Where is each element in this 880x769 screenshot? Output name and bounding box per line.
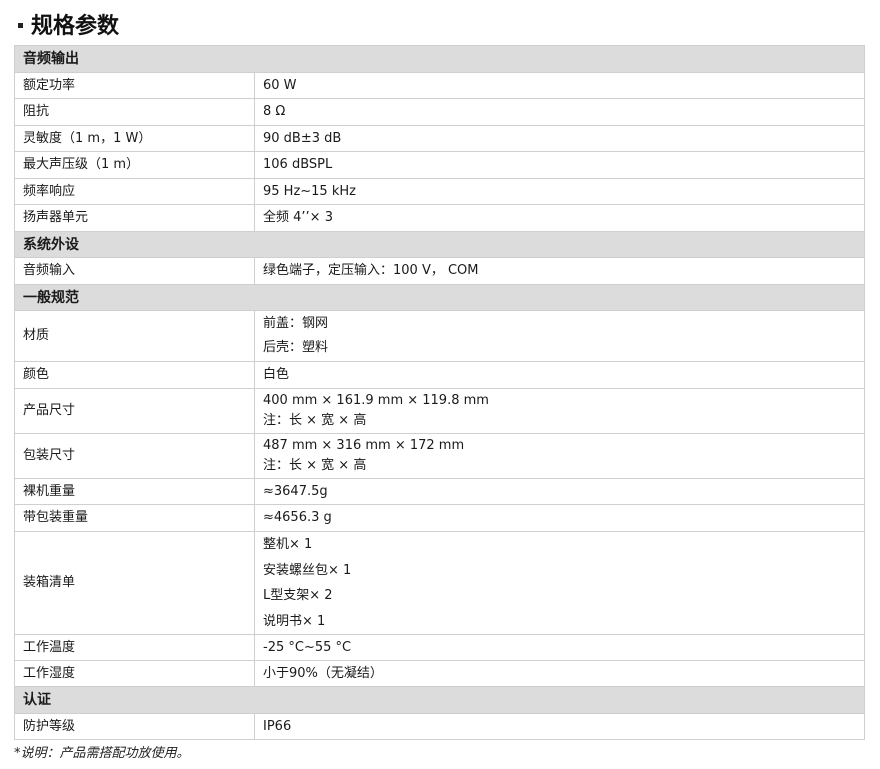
product-size-note: 注：长 × 宽 × 高	[263, 413, 367, 428]
row-label-gross-weight: 带包装重量	[14, 504, 255, 532]
footnote: *说明：产品需搭配功放使用。	[14, 746, 190, 761]
section-row: 认证	[14, 686, 865, 714]
row-value-color: 白色	[254, 361, 865, 389]
section-row: 一般规范	[14, 284, 865, 311]
packing-item: 安装螺丝包× 1	[263, 562, 352, 578]
table-row: 防护等级 IP66	[14, 713, 865, 740]
row-value-max-spl: 106 dBSPL	[254, 151, 865, 179]
row-label-protection: 防护等级	[14, 713, 255, 740]
table-row: 阻抗 8 Ω	[14, 98, 865, 126]
row-value-gross-weight: ≈4656.3 g	[254, 504, 865, 532]
package-size-note: 注：长 × 宽 × 高	[263, 458, 367, 473]
title-bullet	[18, 22, 23, 28]
row-value-sensitivity: 90 dB±3 dB	[254, 125, 865, 152]
row-label-freq-response: 频率响应	[14, 178, 255, 205]
row-value-impedance: 8 Ω	[254, 98, 865, 126]
row-value-op-temp: -25 °C~55 °C	[254, 634, 865, 661]
table-row: 最大声压级（1 m） 106 dBSPL	[14, 151, 865, 179]
row-value-speaker-unit: 全频 4’’× 3	[254, 204, 865, 232]
row-label-material: 材质	[14, 310, 255, 362]
table-row: 频率响应 95 Hz~15 kHz	[14, 178, 865, 205]
table-row: 带包装重量 ≈4656.3 g	[14, 504, 865, 532]
row-value-product-size: 400 mm × 161.9 mm × 119.8 mm 注：长 × 宽 × 高	[254, 388, 865, 434]
table-row: 工作湿度 小于90%（无凝结）	[14, 660, 865, 687]
packing-item: 说明书× 1	[263, 613, 326, 629]
row-value-packing-list: 整机× 1 安装螺丝包× 1 L型支架× 2 说明书× 1	[254, 531, 865, 635]
row-value-package-size: 487 mm × 316 mm × 172 mm 注：长 × 宽 × 高	[254, 433, 865, 479]
row-value-rated-power: 60 W	[254, 72, 865, 99]
packing-item: L型支架× 2	[263, 588, 333, 603]
page-title-text: 规格参数	[31, 14, 120, 39]
package-size-line: 487 mm × 316 mm × 172 mm	[263, 438, 465, 453]
table-row: 裸机重量 ≈3647.5g	[14, 478, 865, 505]
row-label-op-humidity: 工作湿度	[14, 660, 255, 687]
table-row: 包装尺寸 487 mm × 316 mm × 172 mm 注：长 × 宽 × …	[14, 433, 865, 479]
table-row: 工作温度 -25 °C~55 °C	[14, 634, 865, 661]
row-label-product-size: 产品尺寸	[14, 388, 255, 434]
section-header-audio: 音频输出	[14, 45, 865, 73]
row-label-max-spl: 最大声压级（1 m）	[14, 151, 255, 179]
material-line: 后壳：塑料	[263, 340, 329, 355]
packing-item: 整机× 1	[263, 537, 313, 552]
material-line: 前盖：钢网	[263, 316, 329, 331]
table-row: 灵敏度（1 m，1 W） 90 dB±3 dB	[14, 125, 865, 152]
section-header-general: 一般规范	[14, 284, 865, 311]
row-value-freq-response: 95 Hz~15 kHz	[254, 178, 865, 205]
table-row: 扬声器单元 全频 4’’× 3	[14, 204, 865, 232]
section-header-system: 系统外设	[14, 231, 865, 258]
table-row: 产品尺寸 400 mm × 161.9 mm × 119.8 mm 注：长 × …	[14, 388, 865, 434]
section-row: 系统外设	[14, 231, 865, 258]
spec-table: 音频输出 额定功率 60 W 阻抗 8 Ω 灵敏度（1 m，1 W） 90 dB…	[14, 45, 865, 740]
table-row: 音频输入 绿色端子，定压输入：100 V， COM	[14, 257, 865, 285]
product-size-line: 400 mm × 161.9 mm × 119.8 mm	[263, 393, 489, 408]
row-label-op-temp: 工作温度	[14, 634, 255, 661]
page-title: 规格参数	[18, 12, 119, 42]
row-value-protection: IP66	[254, 713, 865, 740]
row-value-audio-input: 绿色端子，定压输入：100 V， COM	[254, 257, 865, 285]
row-label-impedance: 阻抗	[14, 98, 255, 126]
table-row: 材质 前盖：钢网 后壳：塑料	[14, 310, 865, 362]
row-label-packing-list: 装箱清单	[14, 531, 255, 635]
row-label-sensitivity: 灵敏度（1 m，1 W）	[14, 125, 255, 152]
table-row: 颜色 白色	[14, 361, 865, 389]
row-label-rated-power: 额定功率	[14, 72, 255, 99]
row-label-net-weight: 裸机重量	[14, 478, 255, 505]
table-row: 额定功率 60 W	[14, 72, 865, 99]
section-header-cert: 认证	[14, 686, 865, 714]
row-value-net-weight: ≈3647.5g	[254, 478, 865, 505]
row-label-package-size: 包装尺寸	[14, 433, 255, 479]
row-label-speaker-unit: 扬声器单元	[14, 204, 255, 232]
row-value-op-humidity: 小于90%（无凝结）	[254, 660, 865, 687]
table-row: 装箱清单 整机× 1 安装螺丝包× 1 L型支架× 2 说明书× 1	[14, 531, 865, 635]
row-label-audio-input: 音频输入	[14, 257, 255, 285]
row-label-color: 颜色	[14, 361, 255, 389]
row-value-material: 前盖：钢网 后壳：塑料	[254, 310, 865, 362]
section-row: 音频输出	[14, 45, 865, 73]
